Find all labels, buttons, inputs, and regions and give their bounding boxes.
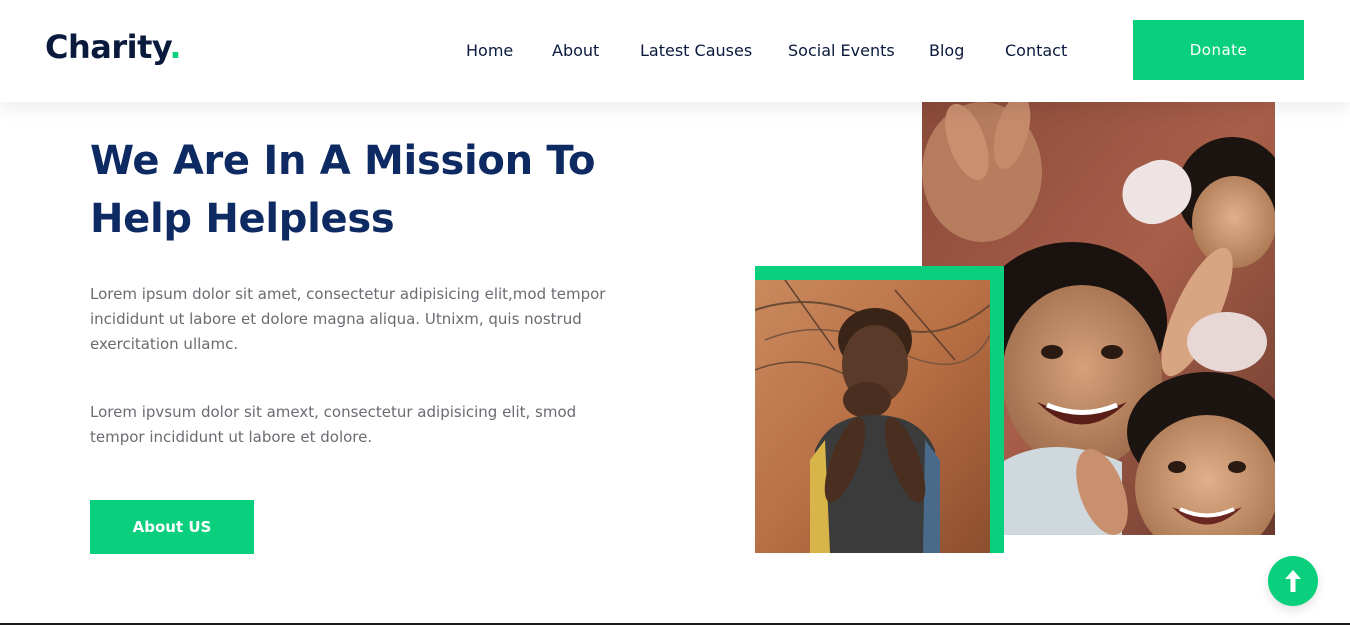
scroll-to-top-button[interactable] <box>1268 556 1318 606</box>
site-header: Charity. Home About Latest Causes Social… <box>0 0 1350 102</box>
nav-item-blog[interactable]: Blog <box>929 41 964 60</box>
nav-item-latest-causes[interactable]: Latest Causes <box>640 41 752 60</box>
hero-paragraph: Lorem ipsum dolor sit amet, consectetur … <box>90 285 606 353</box>
nav-item-social-events[interactable]: Social Events <box>788 41 895 60</box>
page: Charity. Home About Latest Causes Social… <box>0 0 1350 625</box>
nav-item-contact[interactable]: Contact <box>1005 41 1067 60</box>
donate-button[interactable]: Donate <box>1133 20 1304 80</box>
child-portrait-photo <box>755 280 990 553</box>
nav-item-home[interactable]: Home <box>466 41 513 60</box>
hero-title: We Are In A Mission To Help Helpless <box>90 138 596 242</box>
about-us-button[interactable]: About US <box>90 500 254 554</box>
arrow-up-icon <box>1285 570 1301 592</box>
hero-paragraph-secondary: Lorem ipvsum dolor sit amext, consectetu… <box>90 403 577 446</box>
nav-item-about[interactable]: About <box>552 41 599 60</box>
